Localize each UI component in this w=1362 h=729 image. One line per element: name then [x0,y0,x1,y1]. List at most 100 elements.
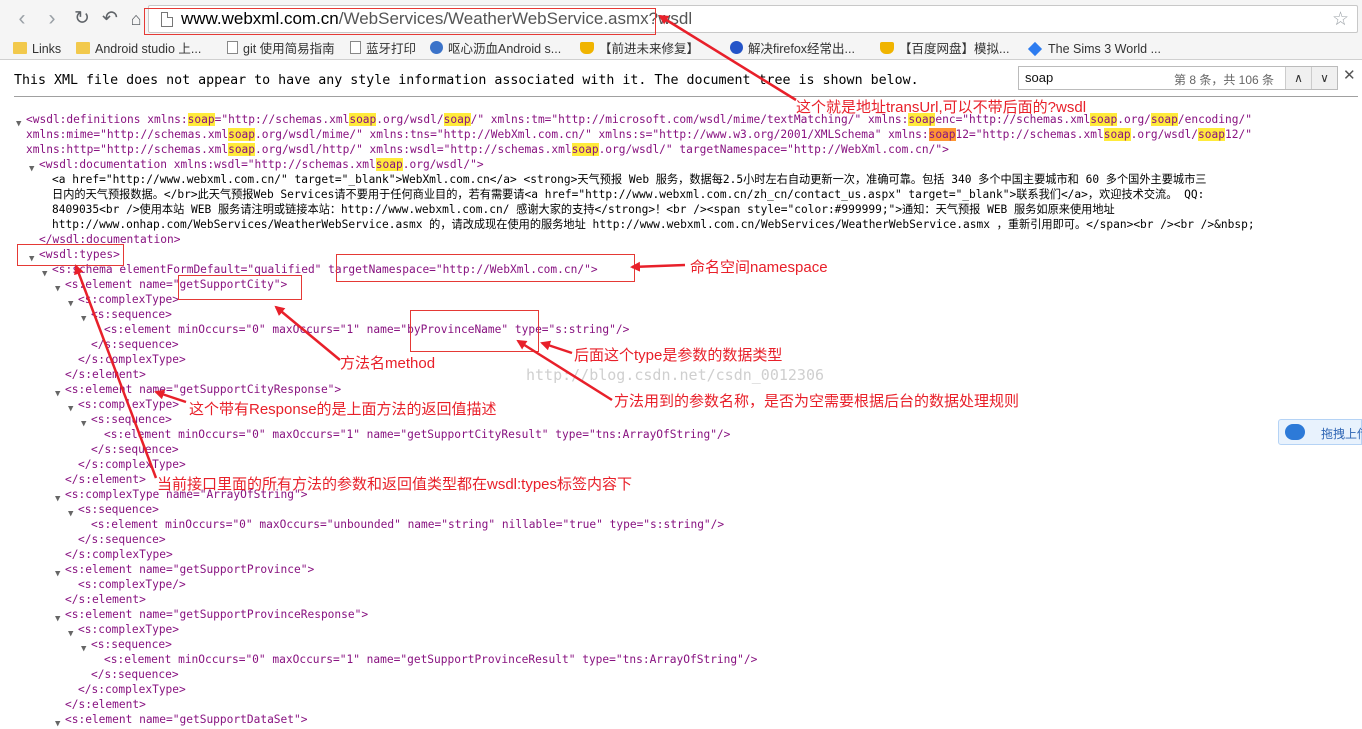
types-highlight-box [17,244,124,266]
collapse-triangle-icon[interactable]: ▼ [55,387,60,402]
trophy-icon [880,42,894,54]
xml-line: <s:element minOccurs="0" maxOccurs="1" n… [104,653,758,666]
xml-line: </s:complexType> [65,548,173,561]
xml-line: <s:complexType> [78,293,180,306]
collapse-triangle-icon[interactable]: ▼ [55,282,60,297]
xml-line: </s:sequence> [91,443,179,456]
xml-line: <s:element name="getSupportCityResponse"… [65,383,342,396]
xml-line: </s:element> [65,698,146,711]
search-match: soap [1150,113,1178,126]
type-arrow [540,340,573,355]
collapse-triangle-icon[interactable]: ▼ [29,162,34,177]
xml-line: </s:element> [65,368,146,381]
xml-line: </s:complexType> [78,353,186,366]
find-count: 第 8 条，共 106 条 [1174,73,1275,87]
paw-icon [730,41,743,54]
collapse-triangle-icon[interactable]: ▼ [81,312,86,327]
namespace-arrow [630,261,686,272]
bookmark-sims[interactable]: The Sims 3 World ... [1027,40,1161,58]
search-match: soap [187,113,215,126]
page-icon [350,41,361,54]
search-match: soap [349,113,377,126]
find-bar: 第 8 条，共 106 条 ∧ ∨ [1018,66,1338,90]
collapse-triangle-icon[interactable]: ▼ [81,417,86,432]
url-highlight-box [144,8,656,35]
divider [14,96,1358,97]
collapse-triangle-icon[interactable]: ▼ [68,507,73,522]
trophy-icon [580,42,594,54]
xml-line: <s:complexType/> [78,578,186,591]
collapse-triangle-icon[interactable]: ▼ [55,567,60,582]
bookmarks-bar: Links Android studio 上... git 使用简易指南 蓝牙打… [0,38,1362,60]
annotation-method: 方法名method [340,355,436,372]
bookmark-links[interactable]: Links [13,40,61,58]
folder-icon [76,42,90,54]
xml-text: http://www.onhap.com/WebServices/Weather… [52,218,1255,231]
xml-text: 日内的天气预报数据。</br>此天气预报Web Services请不要用于任何商… [52,188,1205,201]
search-match: soap [1103,128,1131,141]
drag-upload-button[interactable]: 拖拽上传 [1278,419,1362,445]
find-prev-button[interactable]: ∧ [1285,67,1311,89]
xml-line: xmlns:http="http://schemas.xmlsoap.org/w… [26,143,949,156]
find-next-button[interactable]: ∨ [1311,67,1337,89]
bookmark-git[interactable]: git 使用简易指南 [227,40,335,58]
search-match: soap [1198,128,1225,141]
collapse-triangle-icon[interactable]: ▼ [42,267,47,282]
annotation-url: 这个就是地址transUrl,可以不带后面的?wsdl [796,99,1087,116]
xml-line: <s:complexType> [78,623,180,636]
find-close-icon[interactable]: ✕ [1343,66,1356,84]
globe-icon [430,41,443,54]
page-icon [227,41,238,54]
xml-line: </s:sequence> [91,668,179,681]
annotation-namespace: 命名空间namespace [690,259,828,276]
xml-line: <s:element minOccurs="0" maxOccurs="1" n… [104,428,731,441]
bookmark-fix[interactable]: 【前进未来修复】 [580,40,699,58]
collapse-triangle-icon[interactable]: ▼ [16,117,21,132]
collapse-triangle-icon[interactable]: ▼ [55,717,60,729]
namespace-highlight-box [336,254,635,282]
xml-text: <a href="http://www.webxml.com.cn/" targ… [52,173,1207,186]
undo-icon[interactable]: ↶ [98,6,122,32]
xml-line: <s:complexType> [78,398,180,411]
xml-line: <s:sequence> [78,503,159,516]
bookmark-firefox[interactable]: 解决firefox经常出... [730,40,855,58]
bookmark-bluetooth-print[interactable]: 蓝牙打印 [350,40,416,58]
collapse-triangle-icon[interactable]: ▼ [55,612,60,627]
reload-icon[interactable]: ↻ [70,6,94,32]
forward-icon[interactable]: › [40,6,64,32]
collapse-triangle-icon[interactable]: ▼ [68,627,73,642]
xml-line: </s:element> [65,473,146,486]
xml-line: <wsdl:documentation xmlns:wsdl="http://s… [39,158,484,171]
xml-line: </s:sequence> [78,533,166,546]
search-match: soap [375,158,403,171]
back-icon[interactable]: ‹ [10,6,34,32]
annotation-response: 这个带有Response的是上面方法的返回值描述 [189,401,497,418]
xml-line: </s:element> [65,593,146,606]
annotation-type: 后面这个type是参数的数据类型 [574,347,783,364]
xml-notice: This XML file does not appear to have an… [14,73,919,88]
xml-line: <s:sequence> [91,413,172,426]
bookmark-star-icon[interactable]: ☆ [1332,8,1349,31]
search-match: soap [928,128,956,141]
xml-line: <s:element minOccurs="0" maxOccurs="1" n… [104,323,630,336]
xml-line: </s:complexType> [78,683,186,696]
folder-icon [13,42,27,54]
xml-text: 8409035<br />使用本站 WEB 服务请注明或链接本站：http://… [52,203,1115,216]
find-input[interactable] [1025,70,1165,85]
bookmark-android-s[interactable]: 呕心沥血Android s... [430,40,561,58]
xml-line: <s:sequence> [91,308,172,321]
annotation-param: 方法用到的参数名称，是否为空需要根据后台的数据处理规则 [614,393,1020,410]
annotation-types: 当前接口里面的所有方法的参数和返回值类型都在wsdl:types标签内容下 [157,476,633,493]
search-match: soap [228,128,256,141]
search-match: soap [443,113,471,126]
bookmark-android-studio[interactable]: Android studio 上... [76,40,201,58]
bookmark-baidu-pan[interactable]: 【百度网盘】模拟... [880,40,1009,58]
xml-line: </s:sequence> [91,338,179,351]
xml-line: xmlns:mime="http://schemas.xmlsoap.org/w… [26,128,1252,141]
collapse-triangle-icon[interactable]: ▼ [55,492,60,507]
collapse-triangle-icon[interactable]: ▼ [68,402,73,417]
xml-line: <s:element name="getSupportProvinceRespo… [65,608,369,621]
collapse-triangle-icon[interactable]: ▼ [68,297,73,312]
xml-line: <s:element name="getSupportProvince"> [65,563,315,576]
collapse-triangle-icon[interactable]: ▼ [81,642,86,657]
